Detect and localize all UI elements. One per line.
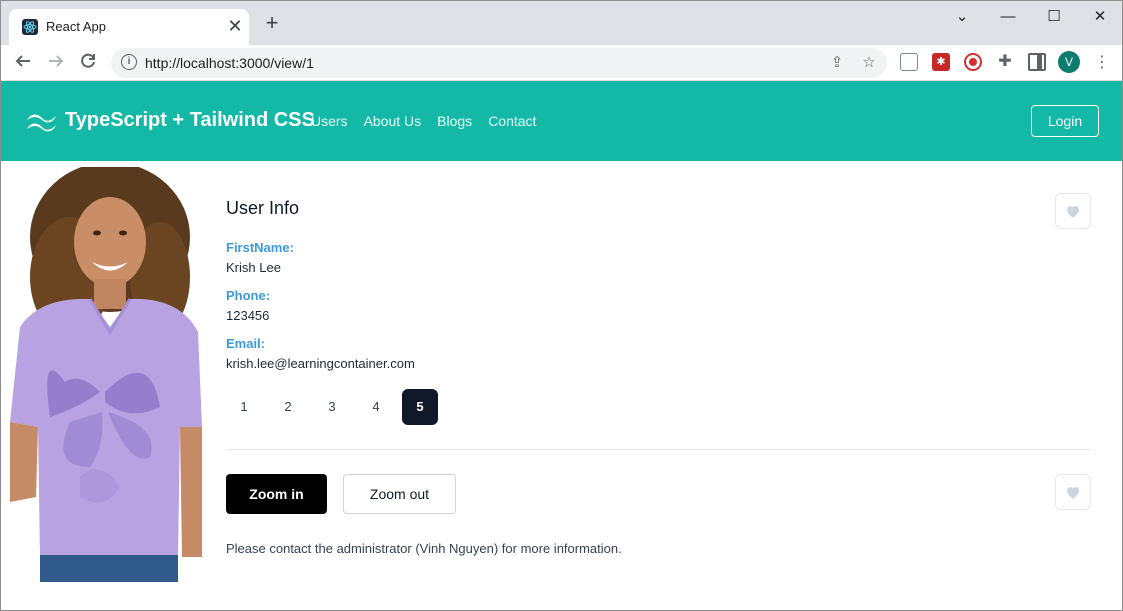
browser-toolbar: i http://localhost:3000/view/1 ⇪ ☆ ✱ ✚ V… (1, 45, 1122, 81)
phone-label: Phone: (226, 288, 271, 303)
first-name-value: Krish Lee (226, 260, 281, 275)
favorite-button-bottom[interactable] (1055, 474, 1091, 510)
tab-search-icon[interactable]: ⌄ (952, 7, 972, 27)
site-info-icon[interactable]: i (121, 54, 137, 70)
address-bar[interactable]: i http://localhost:3000/view/1 ⇪ ☆ (111, 48, 887, 78)
pagination: 1 2 3 4 5 (226, 389, 438, 425)
address-url[interactable]: http://localhost:3000/view/1 (145, 55, 314, 71)
heart-icon (1067, 206, 1079, 218)
zoom-out-button[interactable]: Zoom out (343, 474, 456, 514)
forward-icon[interactable] (45, 52, 67, 74)
extension-1-icon[interactable] (900, 53, 918, 71)
profile-avatar[interactable]: V (1058, 51, 1080, 73)
email-label: Email: (226, 336, 266, 351)
tab-react-app[interactable]: React App ✕ (9, 9, 249, 45)
close-window-icon[interactable]: ✕ (1090, 7, 1110, 27)
minimize-icon[interactable]: — (998, 7, 1018, 27)
nav-links: Users About Us Blogs Contact (311, 113, 536, 129)
page-5-button[interactable]: 5 (402, 389, 438, 425)
contact-note: Please contact the administrator (Vinh N… (226, 541, 622, 556)
maximize-icon[interactable]: ☐ (1044, 7, 1064, 27)
page-2-button[interactable]: 2 (270, 389, 306, 425)
extension-2-icon[interactable]: ✱ (932, 53, 950, 71)
react-icon (22, 19, 38, 35)
tab-strip: React App ✕ + ⌄ — ☐ ✕ (1, 1, 1122, 45)
share-icon[interactable]: ⇪ (827, 53, 847, 73)
first-name-label: FirstName: (226, 240, 294, 255)
menu-kebab-icon[interactable]: ⋮ (1091, 52, 1113, 74)
page-4-button[interactable]: 4 (358, 389, 394, 425)
reload-icon[interactable] (77, 52, 99, 74)
page-1-button[interactable]: 1 (226, 389, 262, 425)
favorite-button-top[interactable] (1055, 193, 1091, 229)
bookmark-star-icon[interactable]: ☆ (859, 53, 879, 73)
nav-link-about-us[interactable]: About Us (364, 113, 422, 129)
email-value: krish.lee@learningcontainer.com (226, 356, 415, 371)
zoom-in-button[interactable]: Zoom in (226, 474, 327, 514)
extensions-puzzle-icon[interactable]: ✚ (996, 53, 1014, 71)
close-tab-icon[interactable]: ✕ (226, 17, 244, 36)
nav-link-users[interactable]: Users (311, 113, 348, 129)
tailwind-logo-icon (27, 114, 56, 132)
brand-name: TypeScript + Tailwind CSS (65, 109, 315, 131)
nav-link-blogs[interactable]: Blogs (437, 113, 472, 129)
tab-title: React App (46, 19, 106, 34)
phone-value: 123456 (226, 308, 270, 323)
new-tab-button[interactable]: + (261, 12, 283, 35)
divider (226, 449, 1091, 450)
browser-window: React App ✕ + ⌄ — ☐ ✕ i http://localhost… (0, 0, 1123, 611)
back-icon[interactable] (12, 52, 34, 74)
app-navbar: TypeScript + Tailwind CSS Users About Us… (1, 81, 1122, 161)
side-panel-icon[interactable] (1028, 53, 1046, 71)
user-photo (10, 167, 202, 582)
record-icon[interactable] (964, 53, 982, 71)
user-info-title: User Info (226, 198, 300, 218)
heart-icon (1067, 487, 1079, 499)
nav-link-contact[interactable]: Contact (488, 113, 536, 129)
login-button[interactable]: Login (1031, 105, 1099, 137)
page-3-button[interactable]: 3 (314, 389, 350, 425)
